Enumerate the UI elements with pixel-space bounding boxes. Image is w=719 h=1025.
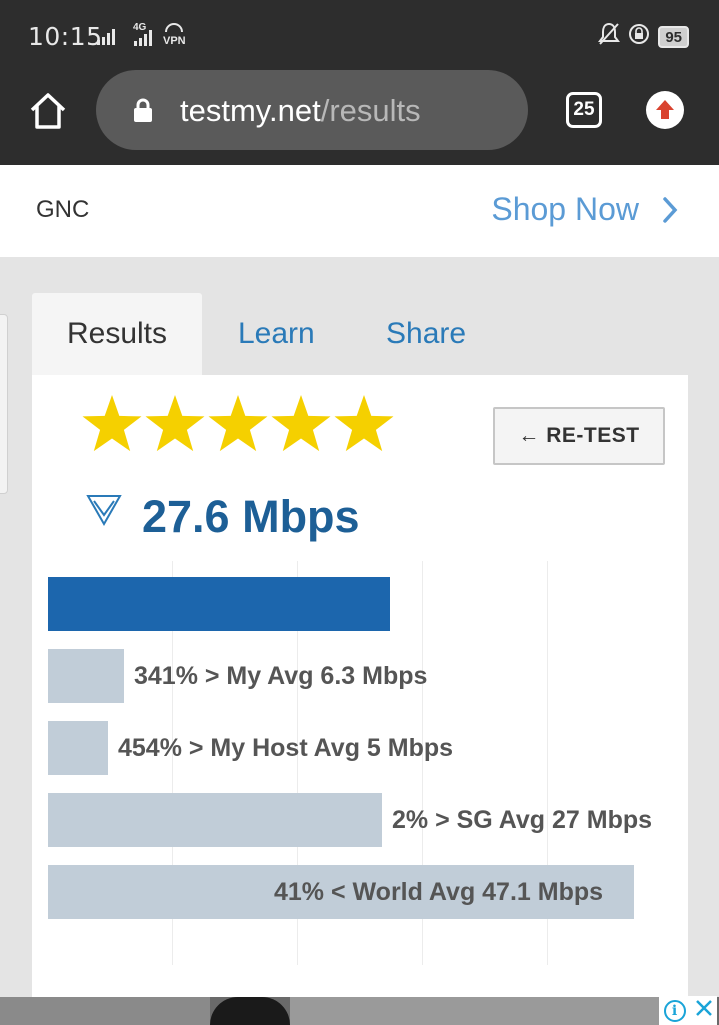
my-speed-bar [48, 577, 390, 631]
signal-icon [97, 27, 115, 45]
ad-banner[interactable]: GNC Shop Now [0, 165, 719, 257]
update-icon[interactable] [646, 91, 684, 129]
star-icon [208, 395, 268, 452]
vpn-lock-icon [628, 23, 650, 50]
vpn-label: VPN [163, 35, 186, 47]
status-bar: 10:15 4G VPN 95 [0, 0, 719, 68]
battery-icon: 95 [658, 25, 689, 48]
url-text: testmy.net/results [180, 93, 421, 129]
download-icon [86, 493, 122, 527]
bottom-ad-image[interactable] [0, 997, 719, 1025]
url-bar[interactable]: testmy.net/results [96, 70, 528, 150]
rating-stars [82, 395, 394, 452]
tab-switcher-button[interactable]: 25 [566, 92, 602, 128]
comparison-bar-host-avg [48, 721, 108, 775]
signal-4g-icon [134, 30, 152, 46]
status-time: 10:15 [28, 22, 103, 51]
comparison-bar-sg-avg [48, 793, 382, 847]
tab-results[interactable]: Results [32, 293, 202, 377]
url-host: testmy.net [180, 93, 321, 128]
comparison-label-world-avg: 41% < World Avg 47.1 Mbps [274, 878, 604, 906]
star-icon [82, 395, 142, 452]
retest-button[interactable]: ← RE-TEST [493, 407, 665, 465]
info-icon[interactable]: i [663, 999, 686, 1022]
star-icon [145, 395, 205, 452]
page-content: Results Learn Share ← RE-TEST 27.6 Mbps … [0, 257, 719, 1005]
comparison-label-sg-avg: 2% > SG Avg 27 Mbps [392, 806, 653, 834]
lock-icon [132, 98, 154, 122]
close-icon[interactable] [695, 999, 713, 1022]
comparison-label-host-avg: 454% > My Host Avg 5 Mbps [118, 734, 454, 762]
ad-choices[interactable]: i [659, 996, 717, 1025]
side-panel-edge[interactable] [0, 314, 8, 494]
results-card: ← RE-TEST 27.6 Mbps 341% > My Avg 6.3 Mb… [32, 375, 688, 1005]
browser-toolbar: testmy.net/results 25 [0, 68, 719, 165]
comparison-bar-my-avg [48, 649, 124, 703]
speed-value: 27.6 Mbps [142, 491, 360, 542]
tab-learn[interactable]: Learn [238, 293, 315, 377]
comparison-chart: 341% > My Avg 6.3 Mbps 454% > My Host Av… [48, 561, 668, 965]
home-icon[interactable] [28, 91, 68, 131]
vpn-icon: VPN [163, 23, 186, 47]
shop-now-link[interactable]: Shop Now [491, 191, 639, 228]
star-icon [334, 395, 394, 452]
star-icon [271, 395, 331, 452]
comparison-label-my-avg: 341% > My Avg 6.3 Mbps [134, 662, 428, 690]
mute-icon [598, 22, 621, 51]
tab-share[interactable]: Share [386, 293, 466, 377]
url-path: /results [320, 93, 421, 128]
ad-brand: GNC [36, 196, 90, 223]
chevron-right-icon [659, 193, 681, 227]
